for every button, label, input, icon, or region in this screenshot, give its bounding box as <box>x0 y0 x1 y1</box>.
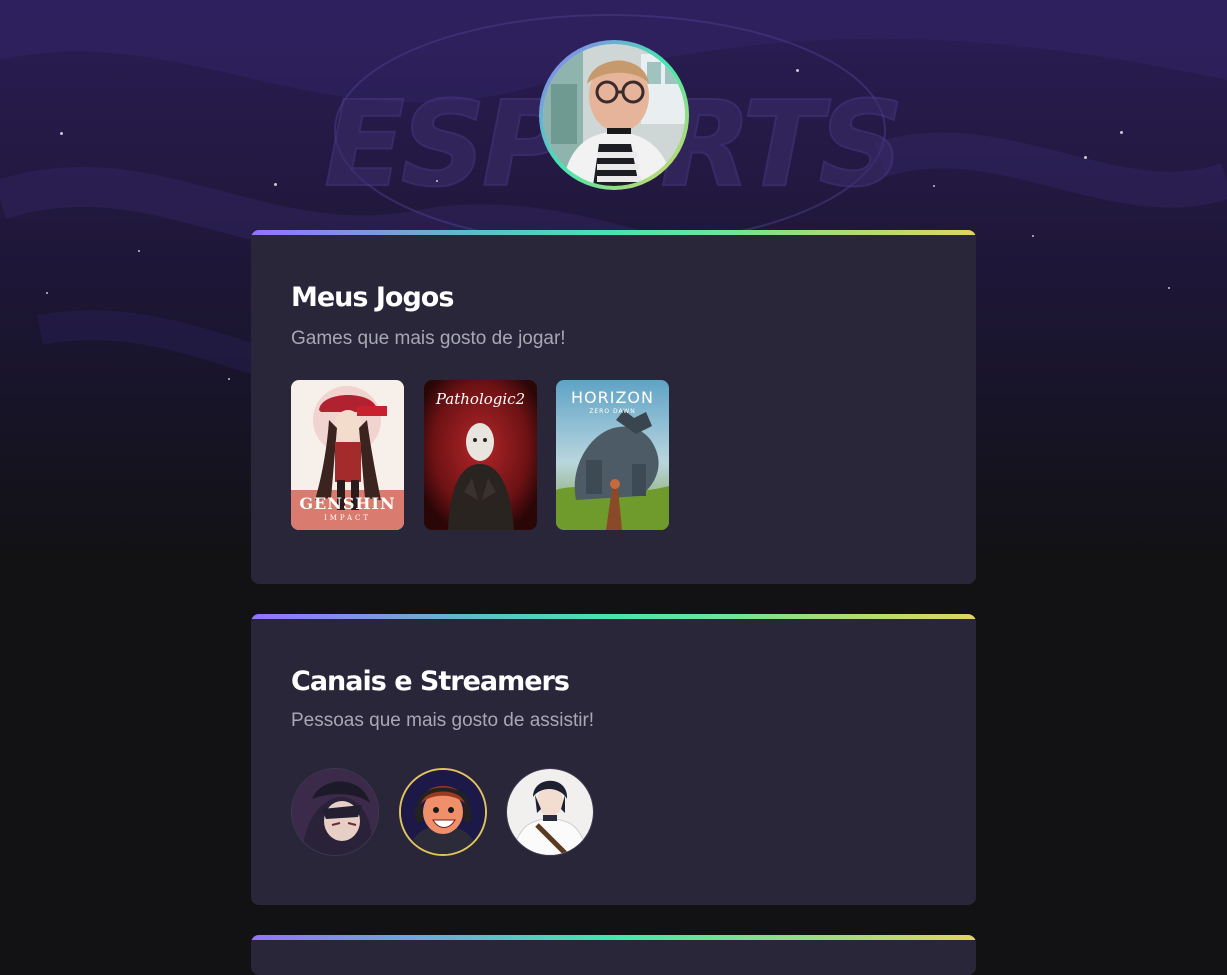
streamer-2-avatar[interactable] <box>399 768 487 856</box>
streamers-section: Canais e Streamers Pessoas que mais gost… <box>251 614 976 905</box>
page: Meus Jogos Games que mais gosto de jogar… <box>0 0 1227 975</box>
next-section <box>251 935 976 975</box>
streamers-section-title: Canais e Streamers <box>291 666 570 697</box>
genshin-logo: GENSHIN <box>299 494 396 513</box>
pathologic-2-cover[interactable]: Pathologic2 <box>424 380 537 530</box>
genshin-impact-cover[interactable]: GENSHIN IMPACT <box>291 380 404 530</box>
streamers-section-subtitle: Pessoas que mais gosto de assistir! <box>291 710 595 731</box>
horizon-tagline: ZERO DAWN <box>589 408 636 415</box>
genshin-tagline: IMPACT <box>323 514 372 522</box>
games-section-subtitle: Games que mais gosto de jogar! <box>291 328 566 349</box>
pathologic-logo: Pathologic2 <box>435 390 526 408</box>
profile-avatar <box>539 40 689 190</box>
streamer-3-avatar[interactable] <box>506 768 594 856</box>
games-section: Meus Jogos Games que mais gosto de jogar… <box>251 230 976 584</box>
horizon-zero-dawn-cover[interactable]: HORIZON ZERO DAWN <box>556 380 669 530</box>
horizon-logo: HORIZON <box>571 388 654 407</box>
profile-photo <box>543 44 685 186</box>
games-section-title: Meus Jogos <box>291 282 454 313</box>
streamer-1-avatar[interactable] <box>291 768 379 856</box>
